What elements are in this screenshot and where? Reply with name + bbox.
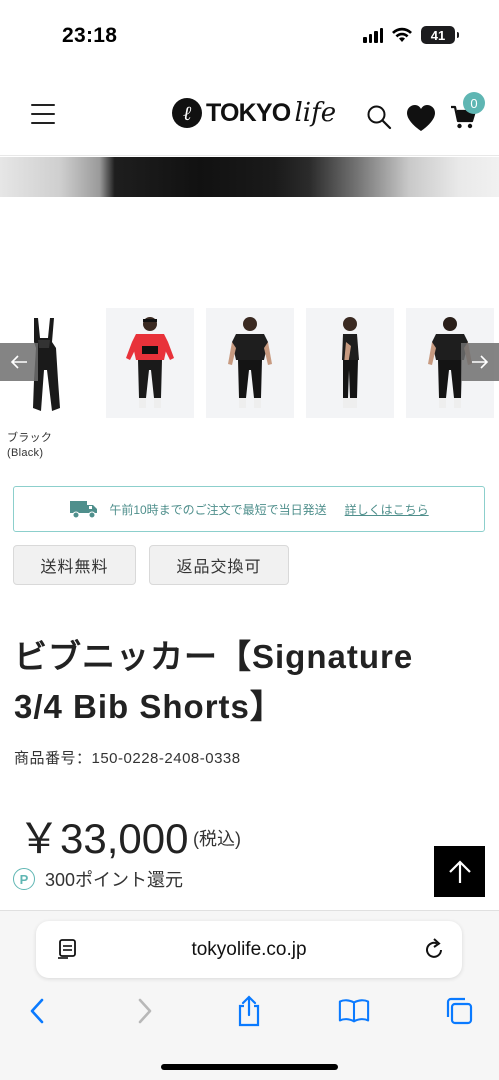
color-label-ja: ブラック [7, 432, 53, 444]
home-indicator [161, 1064, 338, 1070]
hamburger-menu-icon[interactable] [31, 104, 55, 124]
product-code: 商品番号：150-0228-2408-0338 [14, 750, 241, 767]
carousel-prev-button[interactable] [0, 343, 38, 381]
chevron-left-icon [30, 998, 44, 1024]
points-info: P 300ポイント還元 [13, 866, 183, 892]
logo-text-script: life [294, 98, 337, 128]
status-icons: 41 [363, 26, 459, 44]
points-text: 300ポイント還元 [45, 870, 184, 890]
model-black-front-image [228, 317, 272, 408]
shipping-details-link[interactable]: 詳しくはこちら [345, 501, 429, 518]
thumbnail-model-red-front[interactable] [106, 308, 194, 418]
status-time: 23:18 [62, 24, 118, 47]
status-bar: 23:18 41 [0, 0, 499, 62]
search-icon[interactable] [366, 104, 392, 130]
thumbnail-model-black-side[interactable] [306, 308, 394, 418]
address-bar[interactable]: tokyolife.co.jp [36, 921, 462, 978]
hero-product-image [0, 157, 499, 197]
color-label: ブラック (Black) [7, 431, 52, 461]
arrow-right-icon [472, 355, 489, 369]
product-price: ￥33,000 [18, 815, 189, 862]
product-title: ビブニッカー【Signature 3/4 Bib Shorts】 [14, 632, 484, 732]
browser-toolbar: tokyolife.co.jp [0, 910, 499, 1080]
cart-count-badge: 0 [463, 92, 485, 114]
product-title-line2: 3/4 Bib Shorts】 [14, 688, 284, 725]
tokyolife-logo[interactable]: ℓ TOKYO life [172, 98, 336, 128]
scroll-to-top-button[interactable] [434, 846, 485, 897]
back-button[interactable] [21, 995, 53, 1027]
model-red-jersey-image [126, 317, 174, 408]
book-icon [338, 999, 370, 1023]
color-label-en: (Black) [7, 447, 44, 459]
share-icon [238, 995, 260, 1027]
shipping-text: 午前10時までのご注文で最短で当日発送 [109, 502, 327, 517]
thumbnail-model-black-front[interactable] [206, 308, 294, 418]
heart-icon[interactable] [406, 104, 436, 132]
shipping-banner[interactable]: 午前10時までのご注文で最短で当日発送 詳しくはこちら [13, 486, 485, 532]
share-button[interactable] [233, 995, 265, 1027]
carousel-next-button[interactable] [461, 343, 499, 381]
truck-icon [70, 501, 98, 519]
arrow-up-icon [448, 859, 471, 883]
tag-returns-accepted: 返品交換可 [149, 545, 289, 585]
battery-icon: 41 [421, 26, 459, 44]
url-text[interactable]: tokyolife.co.jp [36, 939, 462, 961]
logo-text-main: TOKYO [206, 98, 291, 127]
tabs-icon [446, 997, 473, 1025]
chevron-right-icon [138, 998, 152, 1024]
reload-icon[interactable] [422, 937, 446, 961]
model-black-side-image [342, 317, 359, 408]
site-header: ℓ TOKYO life 0 [0, 62, 499, 156]
points-icon: P [13, 868, 35, 890]
forward-button[interactable] [129, 995, 161, 1027]
price-tax-note: (税込) [193, 829, 241, 849]
tabs-button[interactable] [443, 995, 475, 1027]
thumbnail-carousel [0, 308, 499, 420]
tag-free-shipping: 送料無料 [13, 545, 136, 585]
wifi-icon [392, 27, 412, 42]
cellular-signal-icon [363, 27, 383, 43]
bookmarks-button[interactable] [338, 995, 370, 1027]
logo-mark: ℓ [172, 98, 202, 128]
product-title-line1: ビブニッカー【Signature [14, 638, 414, 675]
arrow-left-icon [10, 355, 27, 369]
